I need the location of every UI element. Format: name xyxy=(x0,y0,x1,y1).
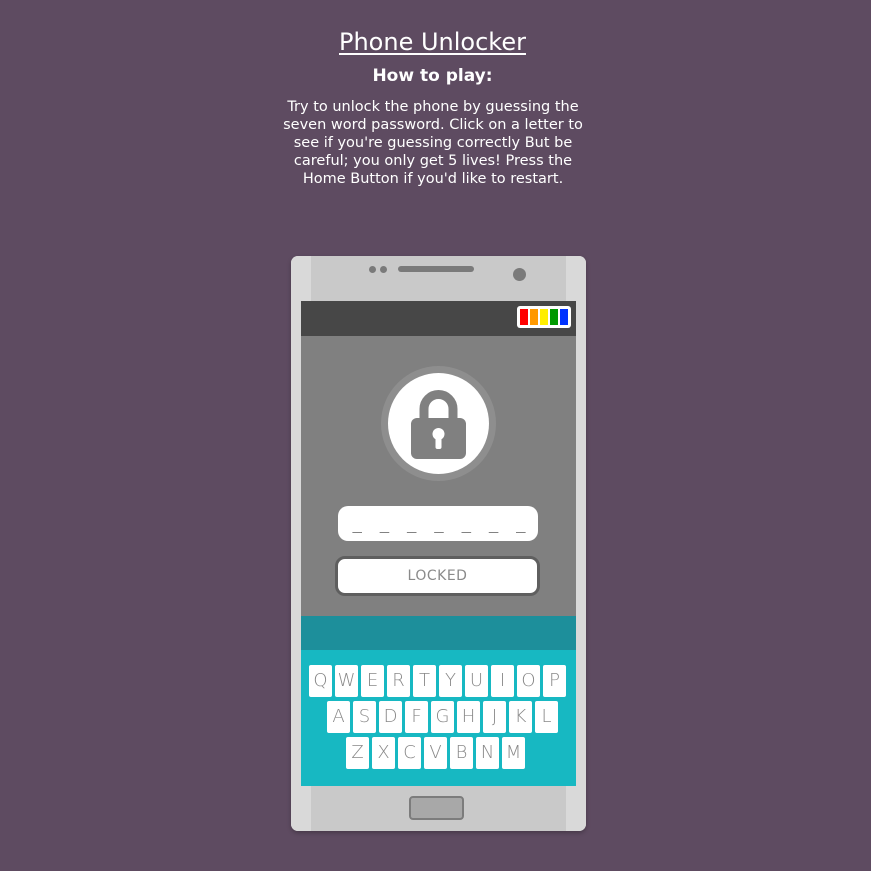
sensor-dot-icon xyxy=(380,266,387,273)
lock-status-button[interactable]: LOCKED xyxy=(335,556,540,596)
battery-cell xyxy=(540,309,548,325)
key-e[interactable]: E xyxy=(361,665,384,697)
key-a[interactable]: A xyxy=(327,701,350,733)
battery-cell xyxy=(530,309,538,325)
keyboard-row-2: ASDFGHJKL xyxy=(327,701,558,733)
password-display: _ _ _ _ _ _ _ xyxy=(338,506,538,541)
key-y[interactable]: Y xyxy=(439,665,462,697)
battery-cell xyxy=(560,309,568,325)
key-d[interactable]: D xyxy=(379,701,402,733)
keyboard-row-3: ZXCVBNM xyxy=(346,737,525,769)
instructions-text: Try to unlock the phone by guessing the … xyxy=(283,99,583,187)
key-g[interactable]: G xyxy=(431,701,454,733)
key-i[interactable]: I xyxy=(491,665,514,697)
key-u[interactable]: U xyxy=(465,665,488,697)
battery-cell xyxy=(520,309,528,325)
padlock-icon xyxy=(388,373,489,474)
key-v[interactable]: V xyxy=(424,737,447,769)
battery-cell xyxy=(550,309,558,325)
keyboard-row-1: QWERTYUIOP xyxy=(309,665,566,697)
key-j[interactable]: J xyxy=(483,701,506,733)
page-title: Phone Unlocker xyxy=(339,28,526,56)
key-b[interactable]: B xyxy=(450,737,473,769)
key-l[interactable]: L xyxy=(535,701,558,733)
lives-battery-icon xyxy=(517,306,571,328)
keyboard-header xyxy=(301,616,576,650)
page: Phone Unlocker How to play: Try to unloc… xyxy=(0,0,871,871)
key-p[interactable]: P xyxy=(543,665,566,697)
phone-screen: _ _ _ _ _ _ _ LOCKED QWERTYUIOP ASDFGHJK… xyxy=(301,301,576,786)
key-n[interactable]: N xyxy=(476,737,499,769)
key-k[interactable]: K xyxy=(509,701,532,733)
keyboard: QWERTYUIOP ASDFGHJKL ZXCVBNM xyxy=(301,650,576,786)
speaker-grille xyxy=(398,266,474,272)
status-bar xyxy=(301,301,576,336)
key-m[interactable]: M xyxy=(502,737,525,769)
key-q[interactable]: Q xyxy=(309,665,332,697)
key-h[interactable]: H xyxy=(457,701,480,733)
sensor-dot-icon xyxy=(369,266,376,273)
key-c[interactable]: C xyxy=(398,737,421,769)
home-button[interactable] xyxy=(409,796,464,820)
key-x[interactable]: X xyxy=(372,737,395,769)
lock-badge xyxy=(381,366,496,481)
key-f[interactable]: F xyxy=(405,701,428,733)
key-t[interactable]: T xyxy=(413,665,436,697)
key-s[interactable]: S xyxy=(353,701,376,733)
camera-icon xyxy=(513,268,526,281)
key-r[interactable]: R xyxy=(387,665,410,697)
key-o[interactable]: O xyxy=(517,665,540,697)
how-to-play-heading: How to play: xyxy=(372,66,493,86)
key-z[interactable]: Z xyxy=(346,737,369,769)
phone: _ _ _ _ _ _ _ LOCKED QWERTYUIOP ASDFGHJK… xyxy=(291,256,586,831)
key-w[interactable]: W xyxy=(335,665,358,697)
